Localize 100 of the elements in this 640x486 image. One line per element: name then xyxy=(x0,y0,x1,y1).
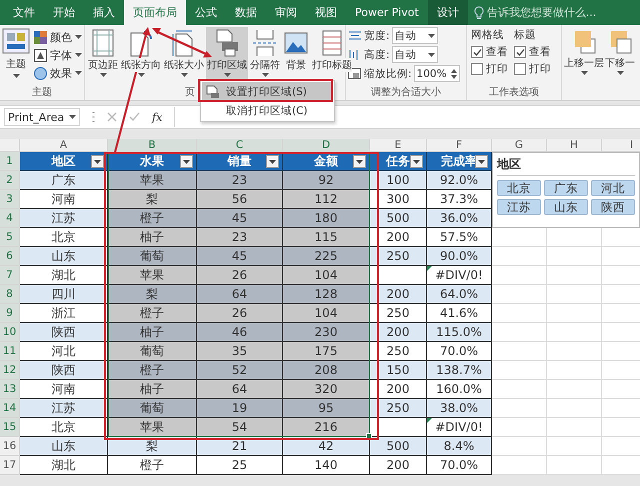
empty-cell[interactable] xyxy=(547,361,602,380)
column-header[interactable]: F xyxy=(427,139,492,152)
cell-text: 陕西 xyxy=(52,362,76,378)
slicer-item[interactable]: 河北 xyxy=(591,180,635,196)
column-header[interactable]: I xyxy=(602,139,640,152)
row-header[interactable]: 4 xyxy=(0,209,20,228)
ribbon-button[interactable]: 分隔符 xyxy=(249,27,281,82)
dropdown-field[interactable]: 自动 xyxy=(392,27,438,44)
ribbon-button[interactable]: 打印区域 xyxy=(206,27,248,82)
slicer-item[interactable]: 陕西 xyxy=(591,199,635,215)
filter-button[interactable] xyxy=(180,155,193,168)
empty-cell[interactable] xyxy=(547,418,602,437)
column-header[interactable]: E xyxy=(370,139,427,152)
ribbon-button[interactable]: 页边距 xyxy=(87,27,119,82)
empty-cell[interactable] xyxy=(547,456,602,475)
row-header[interactable]: 13 xyxy=(0,380,20,399)
filter-button[interactable] xyxy=(91,155,104,168)
insert-function-button[interactable]: fx xyxy=(152,110,162,124)
empty-cell[interactable] xyxy=(547,304,602,323)
column-header[interactable]: D xyxy=(283,139,370,152)
checkbox[interactable]: 打印 xyxy=(471,62,508,76)
dropdown-field[interactable]: 自动 xyxy=(392,46,438,63)
cell-text: 柚子 xyxy=(140,228,164,246)
row-header[interactable]: 10 xyxy=(0,323,20,342)
cell-text: 95 xyxy=(318,401,334,415)
row-header[interactable]: 1 xyxy=(0,152,20,171)
empty-cell[interactable] xyxy=(547,247,602,266)
checkmark-icon xyxy=(516,48,524,56)
row-header[interactable]: 11 xyxy=(0,342,20,361)
column-header[interactable]: C xyxy=(197,139,283,152)
row-header[interactable]: 2 xyxy=(0,171,20,190)
cell-text: 180 xyxy=(314,211,338,225)
row-header[interactable]: 16 xyxy=(0,437,20,456)
empty-cell[interactable] xyxy=(547,266,602,285)
select-all-corner[interactable] xyxy=(0,139,20,152)
row-header[interactable]: 7 xyxy=(0,266,20,285)
row-header[interactable]: 3 xyxy=(0,190,20,209)
themes-button[interactable]: 主题 xyxy=(2,27,30,82)
filter-button[interactable] xyxy=(266,155,279,168)
ribbon-button[interactable]: 背景 xyxy=(282,27,310,82)
theme-option-button[interactable]: 字体 xyxy=(34,47,82,63)
ribbon-tab[interactable]: 开始 xyxy=(44,0,84,25)
filter-button[interactable] xyxy=(475,155,488,168)
ribbon-tab[interactable]: 公式 xyxy=(186,0,226,25)
spin-field[interactable]: 100% xyxy=(414,65,460,82)
row-header[interactable]: 12 xyxy=(0,361,20,380)
checkbox[interactable]: 查看 xyxy=(514,45,551,59)
column-header[interactable]: B xyxy=(108,139,197,152)
empty-cell[interactable] xyxy=(547,285,602,304)
checkbox[interactable]: 查看 xyxy=(471,45,508,59)
cell-text: 苹果 xyxy=(140,418,164,436)
filter-button[interactable] xyxy=(353,155,366,168)
row-header[interactable]: 6 xyxy=(0,247,20,266)
search-field[interactable]: 告诉我您想要做什么... xyxy=(486,6,617,19)
empty-cell[interactable] xyxy=(547,399,602,418)
ribbon-tab[interactable]: 设计 xyxy=(428,0,468,25)
slicer-item[interactable]: 江苏 xyxy=(497,199,541,215)
filter-button[interactable] xyxy=(410,155,423,168)
slicer-item[interactable]: 山东 xyxy=(544,199,588,215)
ribbon-tab[interactable]: 视图 xyxy=(306,0,346,25)
column-header[interactable]: G xyxy=(492,139,547,152)
ribbon-tab[interactable]: 数据 xyxy=(226,0,266,25)
row-header[interactable]: 15 xyxy=(0,418,20,437)
empty-cell[interactable] xyxy=(547,342,602,361)
empty-cell[interactable] xyxy=(547,437,602,456)
cell-text: 115.0% xyxy=(436,325,482,339)
slicer-item[interactable]: 广东 xyxy=(544,180,588,196)
cell-text: 45 xyxy=(232,249,248,263)
theme-option-button[interactable]: 颜色 xyxy=(34,29,82,45)
caret-icon xyxy=(75,53,82,57)
checkbox[interactable]: 打印 xyxy=(514,62,551,76)
name-box[interactable]: Print_Area xyxy=(4,108,80,126)
ribbon-tab[interactable]: 文件 xyxy=(4,0,44,25)
cell-text: 54 xyxy=(232,420,248,434)
ribbon-tab[interactable]: 插入 xyxy=(84,0,124,25)
ribbon-tab[interactable]: Power Pivot xyxy=(346,0,428,25)
checkmark-icon[interactable] xyxy=(129,112,140,122)
row-header[interactable]: 17 xyxy=(0,456,20,475)
caret-icon xyxy=(580,71,588,75)
row-header[interactable]: 9 xyxy=(0,304,20,323)
cell-text: 104 xyxy=(314,268,338,282)
row-header[interactable]: 14 xyxy=(0,399,20,418)
menu-item[interactable]: 取消打印区域(C) xyxy=(202,101,333,120)
slicer-item[interactable]: 北京 xyxy=(497,180,541,196)
effects-circle-icon xyxy=(34,66,47,80)
column-header[interactable]: H xyxy=(547,139,602,152)
cell-text: 41.6% xyxy=(440,306,478,320)
menu-item[interactable]: 设置打印区域(S) xyxy=(202,82,333,101)
row-header[interactable]: 8 xyxy=(0,285,20,304)
theme-option-button[interactable]: 效果 xyxy=(34,65,82,81)
ribbon-button[interactable]: 上移一层 xyxy=(564,27,604,82)
empty-cell[interactable] xyxy=(547,323,602,342)
column-header[interactable]: A xyxy=(20,139,108,152)
ribbon-tab[interactable]: 页面布局 xyxy=(124,0,186,25)
ribbon-tab[interactable]: 审阅 xyxy=(266,0,306,25)
ribbon-button[interactable]: 下移一 xyxy=(605,27,635,82)
empty-cell[interactable] xyxy=(547,380,602,399)
row-header[interactable]: 5 xyxy=(0,228,20,247)
close-icon[interactable] xyxy=(107,112,117,122)
cell-text: 河南 xyxy=(52,190,76,208)
